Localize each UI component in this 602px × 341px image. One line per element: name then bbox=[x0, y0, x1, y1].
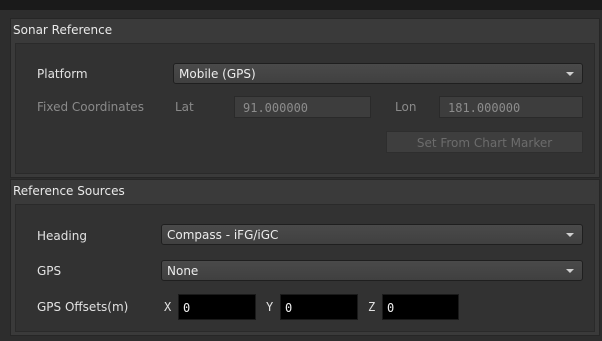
platform-label: Platform bbox=[37, 67, 88, 81]
chevron-down-icon bbox=[566, 72, 574, 76]
window-top-strip bbox=[0, 0, 602, 10]
reference-sources-title: Reference Sources bbox=[13, 184, 125, 198]
lat-field[interactable]: 91.000000 bbox=[234, 96, 371, 118]
lon-field[interactable]: 181.000000 bbox=[439, 96, 583, 118]
platform-dropdown-value: Mobile (GPS) bbox=[179, 67, 256, 81]
platform-dropdown[interactable]: Mobile (GPS) bbox=[173, 63, 583, 84]
fixed-coordinates-label: Fixed Coordinates bbox=[37, 100, 144, 114]
gps-offset-z-field[interactable]: 0 bbox=[382, 294, 459, 320]
heading-label: Heading bbox=[37, 229, 87, 243]
gps-offset-z-label: Z bbox=[368, 300, 376, 314]
heading-dropdown-value: Compass - iFG/iGC bbox=[167, 228, 279, 242]
sonar-reference-title: Sonar Reference bbox=[13, 23, 113, 37]
reference-sources-inner: Heading Compass - iFG/iGC GPS None GPS O… bbox=[15, 204, 595, 332]
chevron-down-icon bbox=[566, 233, 574, 237]
gps-label: GPS bbox=[37, 264, 62, 278]
gps-offset-x-label: X bbox=[164, 300, 172, 314]
sonar-reference-inner: Platform Mobile (GPS) Fixed Coordinates … bbox=[15, 43, 595, 174]
reference-sources-group: Reference Sources Heading Compass - iFG/… bbox=[10, 179, 600, 336]
chevron-down-icon bbox=[566, 269, 574, 273]
gps-dropdown-value: None bbox=[167, 264, 199, 278]
sonar-reference-group: Sonar Reference Platform Mobile (GPS) Fi… bbox=[10, 18, 600, 178]
gps-offsets-label: GPS Offsets(m) bbox=[37, 300, 129, 314]
gps-offset-y-label: Y bbox=[266, 300, 274, 314]
gps-dropdown[interactable]: None bbox=[161, 260, 583, 281]
gps-offset-x-field[interactable]: 0 bbox=[178, 294, 256, 320]
lat-label: Lat bbox=[175, 100, 194, 114]
lon-label: Lon bbox=[395, 100, 417, 114]
set-from-chart-marker-button[interactable]: Set From Chart Marker bbox=[386, 131, 583, 153]
heading-dropdown[interactable]: Compass - iFG/iGC bbox=[161, 224, 583, 245]
gps-offset-y-field[interactable]: 0 bbox=[280, 294, 358, 320]
